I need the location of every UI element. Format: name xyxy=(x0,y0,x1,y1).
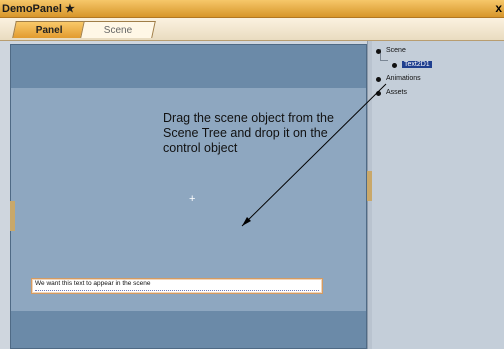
left-splitter-handle[interactable] xyxy=(10,201,15,231)
tree-item-label: Scene xyxy=(386,47,406,54)
bullet-icon xyxy=(376,49,381,54)
tree-item-label: Text2D1 xyxy=(402,61,432,68)
tab-panel[interactable]: Panel xyxy=(12,21,86,38)
tab-scene[interactable]: Scene xyxy=(80,21,156,38)
text-control-value: We want this text to appear in the scene xyxy=(35,280,151,287)
scene-canvas[interactable]: + Drag the scene object from the Scene T… xyxy=(11,88,366,311)
tree-item-label: Animations xyxy=(386,75,421,82)
scene-panel[interactable]: + Drag the scene object from the Scene T… xyxy=(10,44,367,349)
title-bar: DemoPanel ★ x xyxy=(0,0,504,18)
close-icon[interactable]: x xyxy=(495,1,502,15)
text-control-underline xyxy=(35,290,319,291)
bullet-icon xyxy=(376,77,381,82)
main-content: + Drag the scene object from the Scene T… xyxy=(0,41,504,349)
app-window: DemoPanel ★ x Panel Scene + Drag the sce… xyxy=(0,0,504,349)
text-control[interactable]: We want this text to appear in the scene xyxy=(31,278,323,294)
window-title-text: DemoPanel xyxy=(2,3,62,15)
bullet-icon xyxy=(392,63,397,68)
tree-connector-horizontal xyxy=(380,60,388,61)
tab-scene-label: Scene xyxy=(103,25,132,36)
pin-icon[interactable]: ★ xyxy=(65,3,75,15)
tree-item-label: Assets xyxy=(386,89,408,96)
plus-icon: + xyxy=(189,193,196,205)
tab-panel-label: Panel xyxy=(35,25,63,36)
window-title: DemoPanel ★ xyxy=(2,2,75,15)
instruction-text: Drag the scene object from the Scene Tre… xyxy=(163,111,334,155)
bullet-icon xyxy=(376,91,381,96)
scene-tree: Scene Text2D1 Animations Assets xyxy=(372,41,504,349)
tab-strip: Panel Scene xyxy=(0,18,504,41)
